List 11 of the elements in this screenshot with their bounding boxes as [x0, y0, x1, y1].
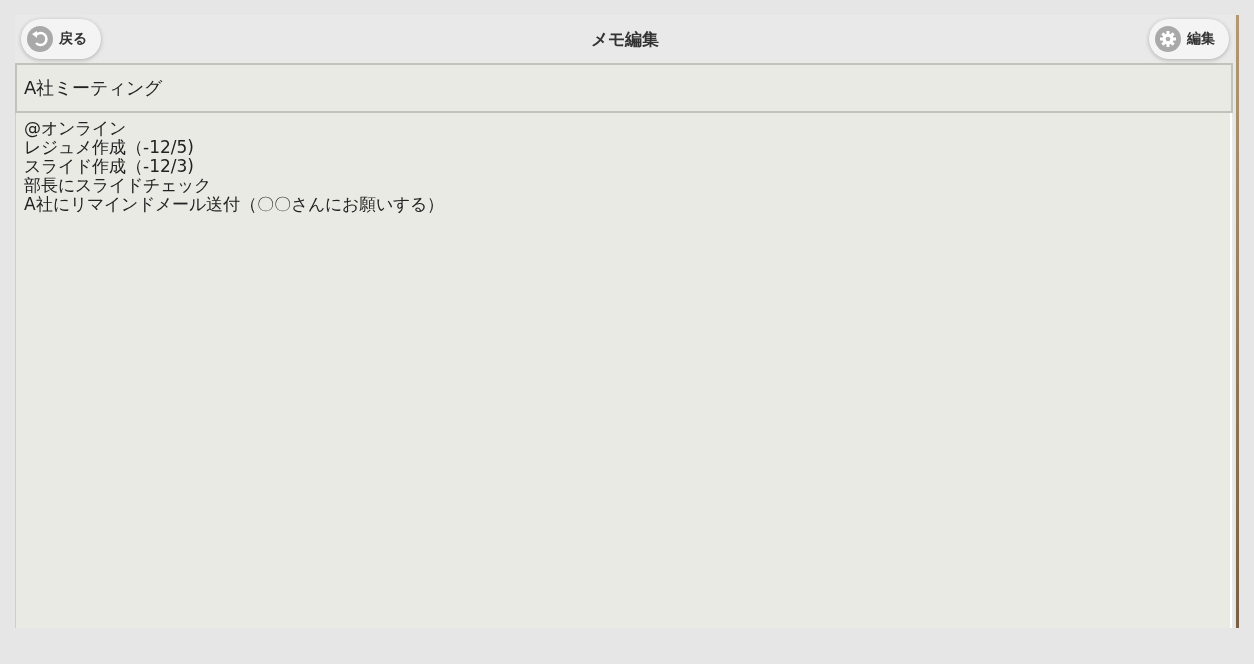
edit-button[interactable]: 編集	[1149, 19, 1229, 59]
memo-line: 部長にスライドチェック	[24, 176, 212, 195]
memo-body-field[interactable]: @オンライン レジュメ作成（-12/5) スライド作成（-12/3) 部長にスライドチェック A社にリマインドメール送付（〇〇さんにお願いする）	[15, 113, 1232, 628]
page-title: メモ編集	[590, 27, 659, 51]
settings-icon	[1155, 26, 1181, 52]
memo-title-field[interactable]: A社ミーティング	[15, 63, 1233, 113]
memo-line: スライド作成（-12/3)	[24, 157, 195, 176]
memo-line: @オンライン	[24, 119, 127, 138]
memo-line: A社にリマインドメール送付（〇〇さんにお願いする）	[24, 195, 445, 214]
back-button[interactable]: 戻る	[21, 19, 101, 59]
memo-line: レジュメ作成（-12/5)	[24, 138, 195, 157]
